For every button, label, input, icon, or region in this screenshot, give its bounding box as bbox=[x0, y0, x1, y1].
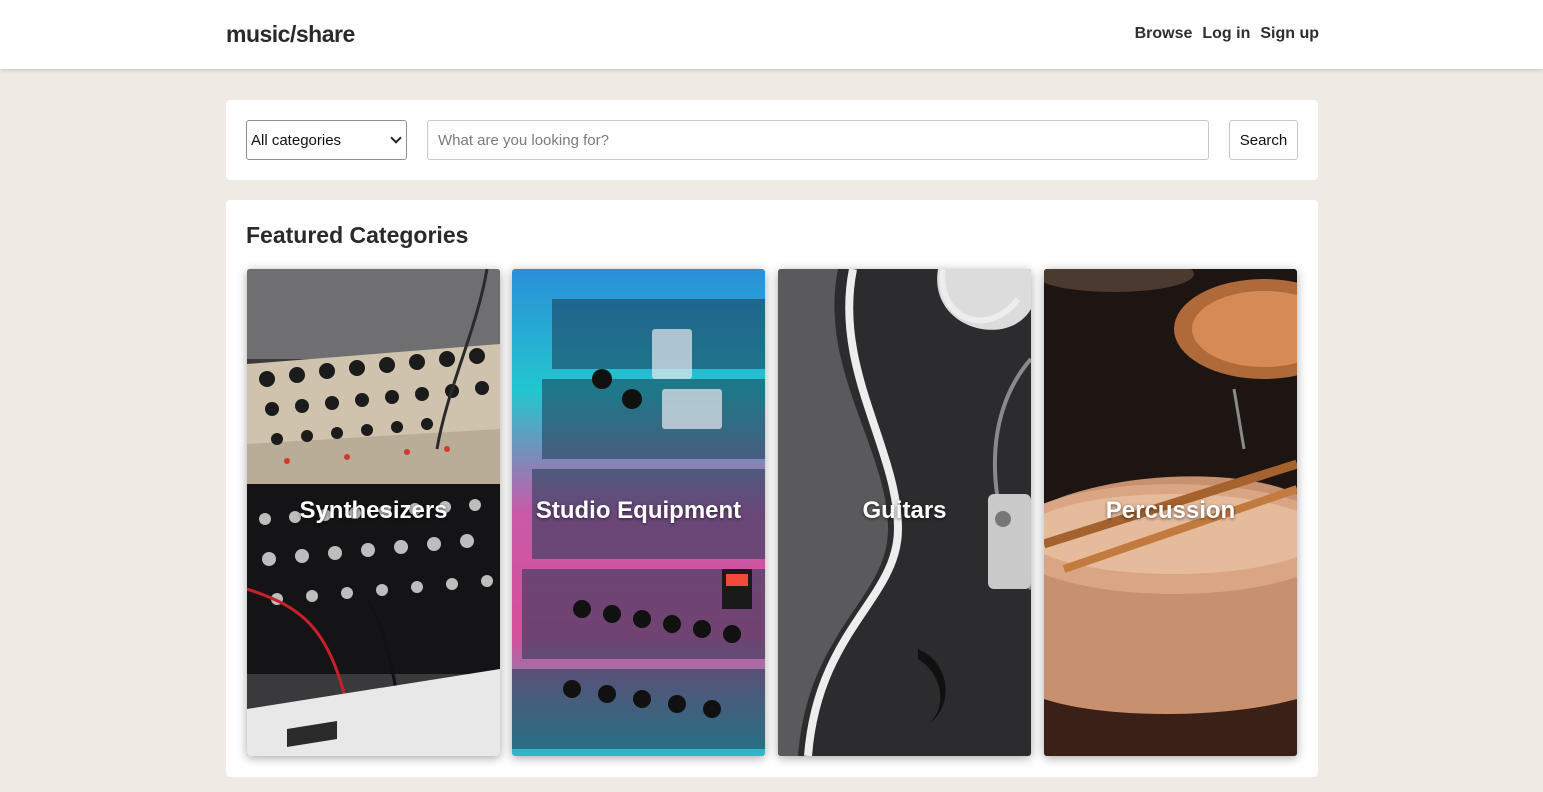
category-select[interactable]: All categories bbox=[246, 120, 407, 160]
main-nav: Browse Log in Sign up bbox=[1135, 25, 1319, 43]
featured-categories-title: Featured Categories bbox=[246, 222, 469, 248]
search-input[interactable] bbox=[427, 120, 1209, 160]
nav-signup-link[interactable]: Sign up bbox=[1260, 25, 1319, 43]
site-logo[interactable]: music/share bbox=[226, 21, 355, 48]
category-select-value: All categories bbox=[251, 131, 342, 149]
search-button[interactable]: Search bbox=[1229, 120, 1298, 160]
top-navbar: music/share Browse Log in Sign up bbox=[0, 0, 1543, 69]
chevron-down-icon bbox=[390, 132, 402, 144]
category-card-synthesizers[interactable]: Synthesizers bbox=[247, 269, 500, 756]
nav-login-link[interactable]: Log in bbox=[1202, 25, 1250, 43]
category-card-percussion[interactable]: Percussion bbox=[1044, 269, 1297, 756]
featured-categories-panel: Featured Categories Synthesizers Studio … bbox=[226, 200, 1318, 777]
category-card-label: Synthesizers bbox=[299, 497, 448, 524]
category-card-label: Guitars bbox=[862, 497, 947, 524]
category-card-label: Studio Equipment bbox=[535, 497, 742, 524]
nav-browse-link[interactable]: Browse bbox=[1135, 25, 1193, 43]
category-card-guitars[interactable]: Guitars bbox=[778, 269, 1031, 756]
category-card-label: Percussion bbox=[1105, 497, 1236, 524]
category-card-studio-equipment[interactable]: Studio Equipment bbox=[512, 269, 765, 756]
search-panel: All categories Search bbox=[226, 100, 1318, 180]
